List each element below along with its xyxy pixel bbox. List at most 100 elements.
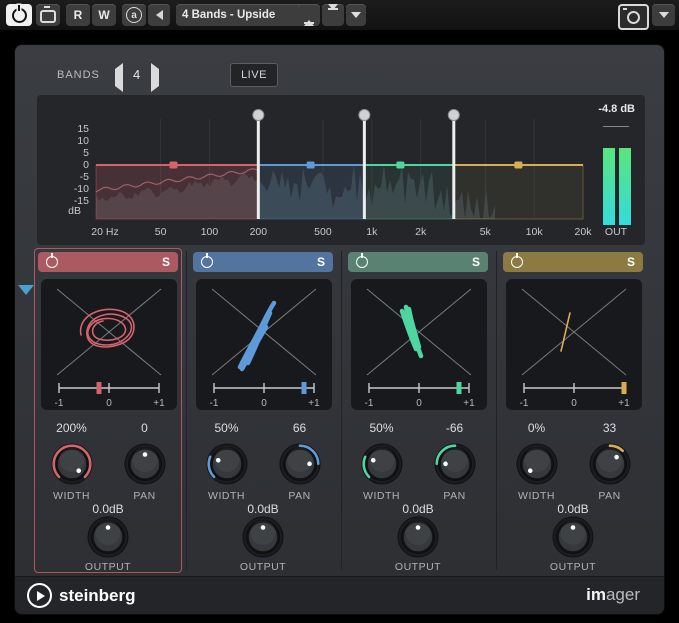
band-3-header[interactable]: S (348, 252, 488, 272)
bypass-button[interactable] (36, 4, 60, 26)
peak-hold-line (603, 126, 629, 127)
spectrum-display[interactable]: -4.8 dB OUT 151050-5-10-15dB20 Hz5010020… (37, 95, 645, 245)
correlation-axis-label: -1 (520, 398, 529, 409)
band-3-gain-handle[interactable] (396, 162, 404, 169)
product-name: imager (586, 585, 640, 605)
freq-tick-label: 2k (415, 226, 426, 238)
db-tick-label: 0 (49, 159, 89, 171)
arrow-left-icon (156, 10, 163, 20)
window-menu-button[interactable] (652, 4, 675, 26)
plugin-power-button[interactable] (6, 4, 32, 26)
correlation-axis-label: 0 (106, 398, 112, 409)
correlation-axis-label: +1 (153, 398, 165, 409)
crossover-2-handle[interactable] (359, 110, 370, 121)
output-knob[interactable] (395, 514, 441, 565)
imager-plugin-window: BANDS 4 LIVE -4.8 dB OUT 151050-5-10-15d… (14, 44, 665, 615)
collapse-panel-arrow[interactable] (18, 285, 34, 295)
output-label: OUTPUT (500, 561, 646, 573)
pan-label: PAN (418, 490, 491, 502)
live-mode-button[interactable]: LIVE (230, 63, 278, 87)
preset-menu-button[interactable] (346, 4, 366, 26)
power-icon[interactable] (511, 256, 523, 268)
width-value: 50% (190, 421, 263, 435)
width-knob[interactable] (190, 441, 263, 487)
bands-label: BANDS (57, 69, 100, 81)
crossover-1-handle[interactable] (253, 110, 264, 121)
band-2-panel[interactable]: S -10+1 50%66 WIDTHPAN 0.0dB OUTPUT (189, 248, 337, 573)
vectorscope: -10+1 (351, 279, 487, 410)
preset-name-field[interactable]: 4 Bands - Upside (176, 4, 306, 26)
band-1-gain-handle[interactable] (169, 162, 177, 169)
bypass-icon (40, 10, 56, 23)
power-icon[interactable] (46, 256, 58, 268)
previous-preset-button[interactable] (298, 4, 320, 26)
freq-tick-label: 5k (480, 226, 491, 238)
pan-label: PAN (573, 490, 646, 502)
output-knob[interactable] (85, 514, 131, 565)
next-preset-button[interactable] (322, 4, 344, 26)
pan-knob[interactable] (108, 441, 181, 487)
footer-bar: steinberg imager (15, 576, 664, 614)
solo-button[interactable]: S (472, 256, 480, 268)
solo-button[interactable]: S (317, 256, 325, 268)
arrow-right-icon (151, 63, 159, 92)
bands-area: S -10+1 200%0 WIDTHPAN 0.0dB OUTPUT S -1… (34, 248, 647, 573)
freq-tick-label: 20k (575, 226, 592, 238)
write-automation-button[interactable]: W (92, 4, 116, 26)
bands-increase-button[interactable] (151, 69, 159, 87)
freq-tick-label: 500 (314, 226, 332, 238)
freq-tick-label: 200 (250, 226, 268, 238)
band-4-gain-handle[interactable] (514, 162, 522, 169)
snapshot-button[interactable] (618, 4, 649, 30)
bands-count-value: 4 (133, 67, 140, 82)
pan-knob[interactable] (263, 441, 336, 487)
correlation-axis-label: +1 (463, 398, 475, 409)
band-4-region[interactable] (454, 165, 583, 219)
pan-label: PAN (108, 490, 181, 502)
crossover-3-handle[interactable] (448, 110, 459, 121)
camera-icon (627, 11, 640, 24)
correlation-marker (622, 382, 627, 394)
solo-button[interactable]: S (162, 256, 170, 268)
pan-knob[interactable] (418, 441, 491, 487)
width-knob[interactable] (345, 441, 418, 487)
pan-knob[interactable] (573, 441, 646, 487)
solo-button[interactable]: S (627, 256, 635, 268)
power-icon[interactable] (356, 256, 368, 268)
band-1-header[interactable]: S (38, 252, 178, 272)
read-automation-button[interactable]: R (66, 4, 90, 26)
correlation-axis-label: 0 (571, 398, 577, 409)
band-1-panel[interactable]: S -10+1 200%0 WIDTHPAN 0.0dB OUTPUT (34, 248, 182, 573)
chevron-down-icon (351, 12, 361, 18)
freq-tick-label: 20 Hz (91, 226, 118, 238)
correlation-marker (457, 382, 462, 394)
correlation-axis-label: 0 (261, 398, 267, 409)
band-3-panel[interactable]: S -10+1 50%-66 WIDTHPAN 0.0dB OUTPUT (344, 248, 492, 573)
bands-decrease-button[interactable] (115, 69, 123, 87)
db-tick-label: 15 (49, 123, 89, 135)
pan-label: PAN (263, 490, 336, 502)
width-knob[interactable] (500, 441, 573, 487)
switch-ab-button[interactable]: a (122, 4, 146, 26)
band-4-header[interactable]: S (503, 252, 643, 272)
band-2-gain-handle[interactable] (307, 162, 315, 169)
correlation-axis-label: 0 (416, 398, 422, 409)
band-1-region[interactable] (96, 165, 258, 219)
pan-value: 33 (573, 421, 646, 435)
output-knob[interactable] (240, 514, 286, 565)
band-4-panel[interactable]: S -10+1 0%33 WIDTHPAN 0.0dB OUTPUT (499, 248, 647, 573)
power-icon[interactable] (201, 256, 213, 268)
power-icon (12, 8, 27, 23)
arrow-up-icon (304, 6, 314, 24)
band-2-header[interactable]: S (193, 252, 333, 272)
band-2-region[interactable] (258, 165, 364, 219)
chevron-down-icon (659, 12, 669, 18)
freq-tick-label: 10k (526, 226, 543, 238)
output-knob[interactable] (550, 514, 596, 565)
width-knob[interactable] (35, 441, 108, 487)
output-label: OUTPUT (35, 561, 181, 573)
width-value: 0% (500, 421, 573, 435)
band-3-region[interactable] (364, 165, 453, 219)
db-tick-label: 5 (49, 147, 89, 159)
copy-ab-button[interactable] (148, 4, 170, 26)
